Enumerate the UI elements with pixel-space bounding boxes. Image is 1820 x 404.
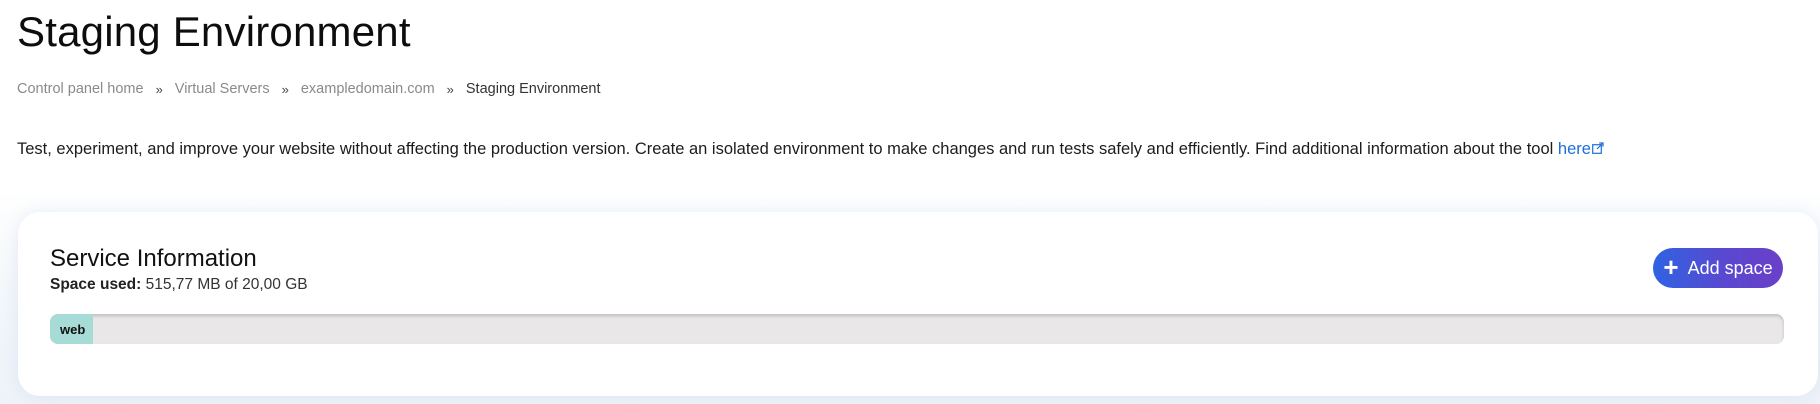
here-link[interactable]: here — [1558, 140, 1604, 158]
add-space-label: Add space — [1687, 257, 1773, 278]
breadcrumb-virtual-servers[interactable]: Virtual Servers — [175, 81, 270, 97]
breadcrumb-separator: » — [281, 81, 289, 97]
add-space-button[interactable]: + Add space — [1653, 248, 1783, 288]
usage-segment-web-label: web — [60, 321, 86, 337]
usage-segment-web: web — [50, 314, 94, 344]
intro-paragraph: Test, experiment, and improve your websi… — [17, 140, 1604, 159]
breadcrumb-domain[interactable]: exampledomain.com — [301, 81, 435, 97]
here-link-label: here — [1557, 140, 1591, 158]
space-used-label: Space used: — [50, 276, 142, 293]
page: Staging Environment Control panel home »… — [0, 0, 1820, 404]
service-information-title: Service Information — [50, 245, 257, 272]
space-used-value: 515,77 MB of 20,00 GB — [145, 276, 308, 293]
breadcrumb: Control panel home » Virtual Servers » e… — [17, 81, 601, 97]
breadcrumb-current: Staging Environment — [465, 81, 601, 97]
plus-icon: + — [1663, 251, 1679, 282]
external-link-icon — [1592, 140, 1604, 159]
page-title: Staging Environment — [17, 8, 411, 55]
service-information-card: Service Information Space used: 515,77 M… — [18, 212, 1818, 396]
intro-text: Test, experiment, and improve your websi… — [17, 140, 1558, 158]
breadcrumb-separator: » — [155, 81, 163, 97]
space-used: Space used: 515,77 MB of 20,00 GB — [50, 276, 308, 294]
space-usage-bar: web — [50, 314, 1784, 344]
breadcrumb-control-panel-home[interactable]: Control panel home — [17, 81, 144, 97]
breadcrumb-separator: » — [446, 81, 454, 97]
